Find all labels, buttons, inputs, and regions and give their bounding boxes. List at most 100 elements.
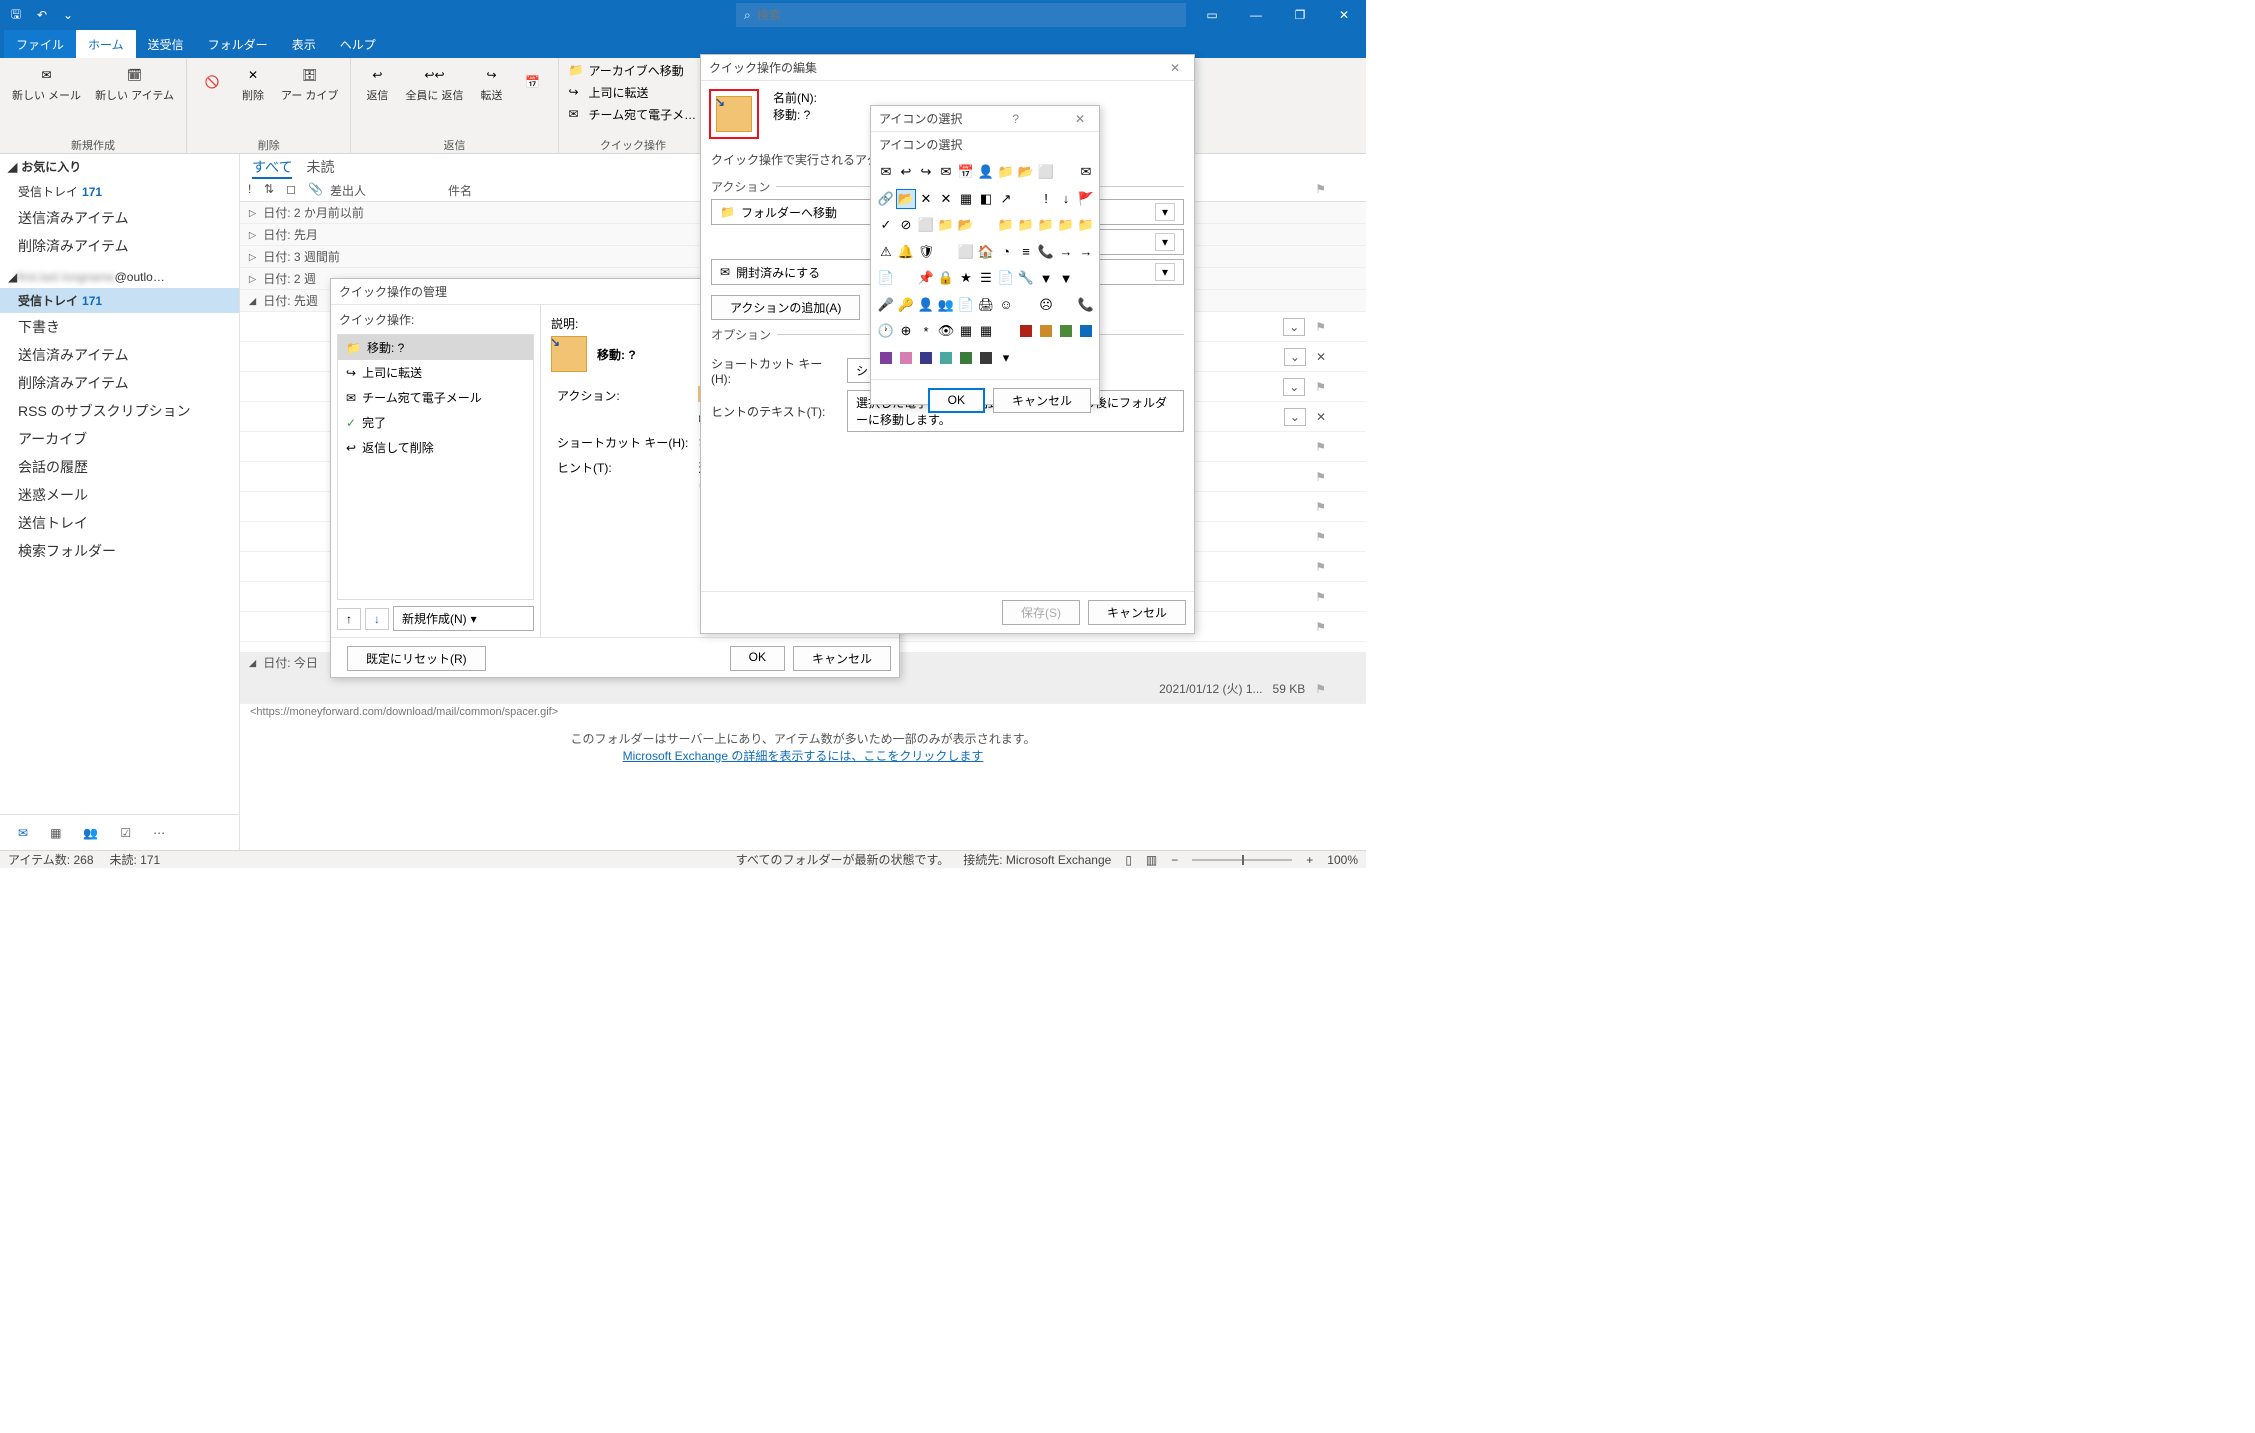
color-swatch[interactable]	[1057, 322, 1075, 340]
list-item[interactable]: ✉チーム宛て電子メール	[338, 385, 533, 410]
icon-cell[interactable]: ✉	[877, 163, 895, 181]
archive-button[interactable]: 🗄 アー カイブ	[275, 60, 344, 105]
icon-cell[interactable]: 📄	[877, 269, 895, 287]
flag-icon[interactable]: ⚑	[1315, 380, 1326, 394]
color-swatch[interactable]	[937, 349, 955, 367]
icon-cell[interactable]: 📞	[1037, 243, 1055, 261]
reply-all-button[interactable]: ↩↩全員に 返信	[399, 60, 469, 105]
flag-icon[interactable]: ⚑	[1315, 620, 1326, 634]
icon-cell[interactable]: ✕	[917, 190, 935, 208]
icon-cell[interactable]	[1017, 190, 1035, 208]
icon-cell[interactable]	[1077, 269, 1095, 287]
qs-team-email[interactable]: ✉チーム宛て電子メ…	[565, 104, 702, 125]
flag-icon[interactable]: ⚑	[1315, 470, 1326, 484]
icon-cell[interactable]: 📄	[997, 269, 1015, 287]
nav-inbox[interactable]: 受信トレイ171	[0, 179, 239, 204]
nav-search[interactable]: 検索フォルダー	[0, 537, 239, 565]
ok-button[interactable]: OK	[928, 388, 985, 413]
nav-deleted-2[interactable]: 削除済みアイテム	[0, 369, 239, 397]
move-up-button[interactable]: ↑	[337, 608, 361, 630]
meeting-button[interactable]: 📅	[514, 60, 552, 105]
nav-archive[interactable]: アーカイブ	[0, 425, 239, 453]
color-swatch[interactable]	[897, 349, 915, 367]
icon-cell[interactable]: ☹	[1037, 296, 1055, 314]
nav-drafts[interactable]: 下書き	[0, 313, 239, 341]
favorites-header[interactable]: ◢お気に入り	[0, 154, 239, 179]
view-normal-icon[interactable]: ▯	[1125, 853, 1132, 867]
new-items-button[interactable]: 🗓 新しい アイテム	[89, 60, 180, 105]
icon-cell[interactable]: ✉	[937, 163, 955, 181]
icon-cell[interactable]	[1017, 296, 1035, 314]
icon-cell[interactable]: ▼	[1037, 269, 1055, 287]
add-action-button[interactable]: アクションの追加(A)	[711, 295, 860, 320]
nav-deleted[interactable]: 削除済みアイテム	[0, 232, 239, 260]
list-item[interactable]: ↪上司に転送	[338, 360, 533, 385]
flag-icon[interactable]: ⚑	[1315, 560, 1326, 574]
tab-folder[interactable]: フォルダー	[196, 30, 280, 58]
icon-cell[interactable]: ✕	[937, 190, 955, 208]
flag-icon[interactable]: ⚑	[1315, 440, 1326, 454]
list-item[interactable]: ✓完了	[338, 410, 533, 435]
icon-cell[interactable]: 🎤	[877, 296, 895, 314]
tab-help[interactable]: ヘルプ	[328, 30, 388, 58]
icon-cell[interactable]: 📅	[957, 163, 975, 181]
icon-cell[interactable]: 📂	[957, 216, 975, 234]
zoom-slider[interactable]	[1192, 859, 1292, 861]
icon-cell[interactable]: 📁	[1037, 216, 1055, 234]
tab-home[interactable]: ホーム	[76, 30, 136, 58]
col-from[interactable]: 差出人	[330, 182, 440, 201]
icon-cell[interactable]: ★	[957, 269, 975, 287]
icon-cell[interactable]: ☰	[977, 269, 995, 287]
qs-archive[interactable]: 📁アーカイブへ移動	[565, 60, 702, 81]
icon-cell[interactable]: ≡	[1017, 243, 1035, 261]
tab-file[interactable]: ファイル	[4, 30, 76, 58]
color-swatch[interactable]	[1077, 322, 1095, 340]
icon-cell[interactable]: 🔔	[897, 243, 915, 261]
icon-cell[interactable]: ▦	[957, 322, 975, 340]
icon-cell[interactable]: ▦	[957, 190, 975, 208]
icon-cell[interactable]: 🚩	[1077, 190, 1095, 208]
icon-cell[interactable]: !	[1037, 190, 1055, 208]
jump-dropdown[interactable]: ⌄	[1283, 378, 1305, 396]
icon-cell[interactable]: ▦	[977, 322, 995, 340]
icon-cell[interactable]: 🔑	[897, 296, 915, 314]
color-swatch[interactable]	[977, 349, 995, 367]
icon-cell[interactable]	[897, 269, 915, 287]
icon-cell[interactable]: 🏠	[977, 243, 995, 261]
search-box[interactable]: ⌕	[736, 3, 1186, 27]
nav-conversation[interactable]: 会話の履歴	[0, 453, 239, 481]
filter-all[interactable]: すべて	[252, 157, 292, 179]
icon-cell[interactable]: ↩	[897, 163, 915, 181]
icon-cell[interactable]: 📂	[1017, 163, 1035, 181]
icon-cell[interactable]	[937, 243, 955, 261]
icon-cell[interactable]: 🛡	[917, 243, 935, 261]
icon-cell[interactable]: ⬜	[1037, 163, 1055, 181]
icon-cell[interactable]	[1057, 163, 1075, 181]
icon-cell[interactable]: *	[917, 322, 935, 340]
icon-cell[interactable]: →	[1057, 243, 1075, 261]
icon-cell[interactable]: 🔧	[1017, 269, 1035, 287]
icon-cell[interactable]: ↓	[1057, 190, 1075, 208]
nav-sent-2[interactable]: 送信済みアイテム	[0, 341, 239, 369]
chevron-down-icon[interactable]: ▾	[997, 349, 1015, 367]
icon-cell[interactable]: ◔	[997, 243, 1015, 261]
color-swatch[interactable]	[917, 349, 935, 367]
flag-icon[interactable]: ⚑	[1315, 590, 1326, 604]
icon-cell[interactable]: 📞	[1077, 296, 1095, 314]
filter-unread[interactable]: 未読	[306, 157, 334, 179]
icon-cell[interactable]: ▼	[1057, 269, 1075, 287]
save-button[interactable]: 保存(S)	[1002, 600, 1080, 625]
color-swatch[interactable]	[877, 349, 895, 367]
icon-cell[interactable]: 🖨	[977, 296, 995, 314]
icon-cell[interactable]: 👤	[917, 296, 935, 314]
icon-cell[interactable]: 📂	[897, 190, 915, 208]
exchange-details-link[interactable]: Microsoft Exchange の詳細を表示するには、ここをクリックします	[623, 749, 984, 763]
delete-button[interactable]: ✕ 削除	[233, 60, 273, 105]
nav-junk[interactable]: 迷惑メール	[0, 481, 239, 509]
close-icon[interactable]: ✕	[1069, 112, 1091, 126]
color-swatch[interactable]	[1017, 322, 1035, 340]
flag-icon[interactable]: ⚑	[1315, 320, 1326, 334]
new-mail-button[interactable]: ✉ 新しい メール	[6, 60, 87, 105]
people-module-icon[interactable]: 👥	[83, 826, 98, 840]
maximize-button[interactable]: ❐	[1278, 0, 1322, 30]
